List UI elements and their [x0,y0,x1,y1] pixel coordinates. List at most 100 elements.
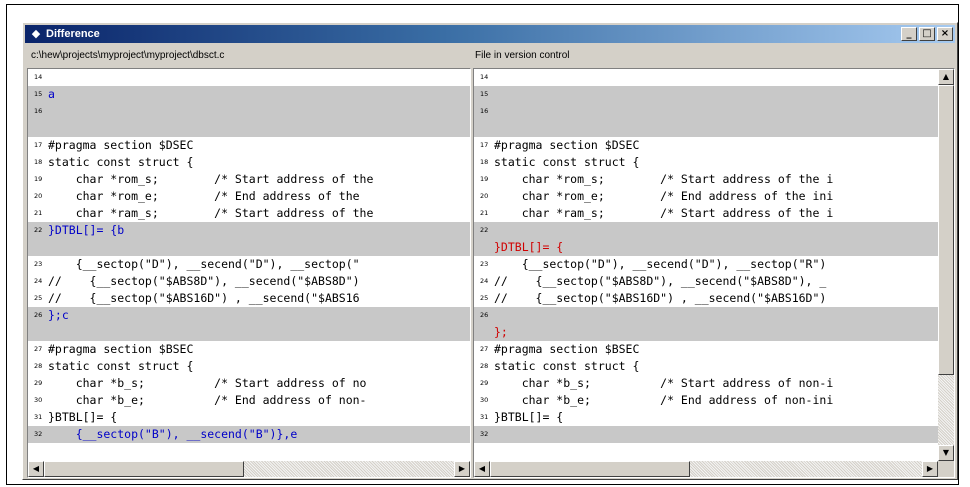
code-line [474,120,938,137]
line-number: 21 [480,209,489,217]
right-diff-pane[interactable]: 14 15 16 17 #pragma section $DSEC 18 static co… [473,68,955,478]
line-number: 30 [480,396,489,404]
line-number: 16 [480,107,489,115]
line-number: 26 [480,311,489,319]
right-vertical-scrollbar[interactable]: ▲ ▼ [938,69,954,461]
left-horizontal-scrollbar[interactable]: ◀ ▶ [28,461,470,477]
line-text: {__sectop("D"), __secend("D"), __sectop(… [48,257,360,271]
window-title: Difference [46,28,100,40]
line-text: char *rom_s; /* Start address of the [48,172,374,186]
code-line: 21 char *ram_s; /* Start address of the … [474,205,938,222]
line-number: 18 [34,158,43,166]
scroll-up-icon[interactable]: ▲ [938,69,954,85]
line-number: 20 [480,192,489,200]
code-line: 32 [474,426,938,443]
code-line: 30 char *b_e; /* End address of non-ini [474,392,938,409]
line-number: 30 [34,396,43,404]
line-number: 25 [480,294,489,302]
code-line: 19 char *rom_s; /* Start address of the … [474,171,938,188]
line-text: static const struct { [494,155,640,169]
code-line: 20 char *rom_e; /* End address of the [28,188,470,205]
line-text: // {__sectop("$ABS16D") , __secend("$ABS… [48,291,360,305]
line-number: 23 [34,260,43,268]
line-number: 22 [34,226,43,234]
line-text: // {__sectop("$ABS16D") , __secend("$ABS… [494,291,827,305]
right-horizontal-scrollbar[interactable]: ◀ ▶ [474,461,938,477]
code-line: 15 [474,86,938,103]
line-number: 28 [34,362,43,370]
code-line [28,120,470,137]
code-line: 14 [474,69,938,86]
scroll-right-icon[interactable]: ▶ [454,461,470,477]
line-number: 19 [34,175,43,183]
line-text: static const struct { [48,155,194,169]
line-text: }DTBL[]= { [494,240,564,254]
code-line: 15 a [28,86,470,103]
right-hscroll-thumb[interactable] [490,461,690,477]
code-line: 32 {__sectop("B"), __secend("B")},e [28,426,470,443]
line-number: 21 [34,209,43,217]
code-line: 28 static const struct { [28,358,470,375]
code-line [28,324,470,341]
code-line: 31}BTBL[]= { [474,409,938,426]
code-line: 16 [28,103,470,120]
code-line: }; [474,324,938,341]
line-text: }; [494,325,508,339]
code-line: 23 {__sectop("D"), __secend("D"), __sect… [474,256,938,273]
code-line: 24 // {__sectop("$ABS8D"), __secend("$ABS… [474,273,938,290]
left-code-area[interactable]: 14 15 a 16 17 #pragma section $DSEC 18 static c… [28,69,470,461]
line-text: }DTBL[]= {b [48,223,125,237]
line-text: {__sectop("B"), __secend("B")},e [48,427,298,441]
line-text: #pragma section $BSEC [48,342,194,356]
line-number: 32 [34,430,43,438]
line-text: char *rom_e; /* End address of the [48,189,360,203]
code-line: 29 char *b_s; /* Start address of no [28,375,470,392]
line-number: 31 [34,413,43,421]
code-line: 24 // {__sectop("$ABS8D"), __secend("$ABS… [28,273,470,290]
line-number: 15 [480,90,489,98]
code-line: 25 // {__sectop("$ABS16D") , __secend("$A… [474,290,938,307]
code-line: 26 [474,307,938,324]
right-vscroll-thumb[interactable] [938,85,954,375]
left-diff-pane[interactable]: 14 15 a 16 17 #pragma section $DSEC 18 static c… [27,68,471,478]
maximize-button[interactable]: □ [919,27,935,41]
line-text: char *rom_e; /* End address of the ini [494,189,834,203]
line-text: }BTBL[]= { [48,410,118,424]
line-number: 29 [480,379,489,387]
line-text: #pragma section $DSEC [48,138,194,152]
scroll-right-icon[interactable]: ▶ [922,461,938,477]
title-bar[interactable]: ◆ Difference _ □ × [25,25,955,43]
left-file-path: c:\hew\projects\myproject\myproject\dbsc… [31,50,225,61]
line-text: char *rom_s; /* Start address of the i [494,172,834,186]
right-code-area[interactable]: 14 15 16 17 #pragma section $DSEC 18 static co… [474,69,938,461]
line-number: 17 [480,141,489,149]
code-line: 30 char *b_e; /* End address of non- [28,392,470,409]
line-text: }BTBL[]= { [494,410,564,424]
scroll-left-icon[interactable]: ◀ [28,461,44,477]
code-line: 22 [474,222,938,239]
line-number: 25 [34,294,43,302]
scroll-left-icon[interactable]: ◀ [474,461,490,477]
line-number: 28 [480,362,489,370]
line-text: char *b_s; /* Start address of non-i [494,376,834,390]
code-line: 21 char *ram_s; /* Start address of the [28,205,470,222]
line-number: 24 [480,277,489,285]
line-text: static const struct { [48,359,194,373]
code-line: 27 #pragma section $BSEC [474,341,938,358]
line-number: 19 [480,175,489,183]
line-number: 14 [34,73,43,81]
scroll-down-icon[interactable]: ▼ [938,445,954,461]
line-text: char *b_s; /* Start address of no [48,376,367,390]
code-line: }DTBL[]= { [474,239,938,256]
line-text: char *ram_s; /* Start address of the i [494,206,834,220]
line-text: char *b_e; /* End address of non- [48,393,367,407]
left-hscroll-thumb[interactable] [44,461,244,477]
close-button[interactable]: × [937,27,953,41]
code-line: 23 {__sectop("D"), __secend("D"), __sect… [28,256,470,273]
minimize-button[interactable]: _ [901,27,917,41]
code-line: 25 // {__sectop("$ABS16D") , __secend("$A… [28,290,470,307]
code-line: 22 }DTBL[]= {b [28,222,470,239]
line-number: 29 [34,379,43,387]
line-number: 22 [480,226,489,234]
line-text: char *b_e; /* End address of non-ini [494,393,834,407]
